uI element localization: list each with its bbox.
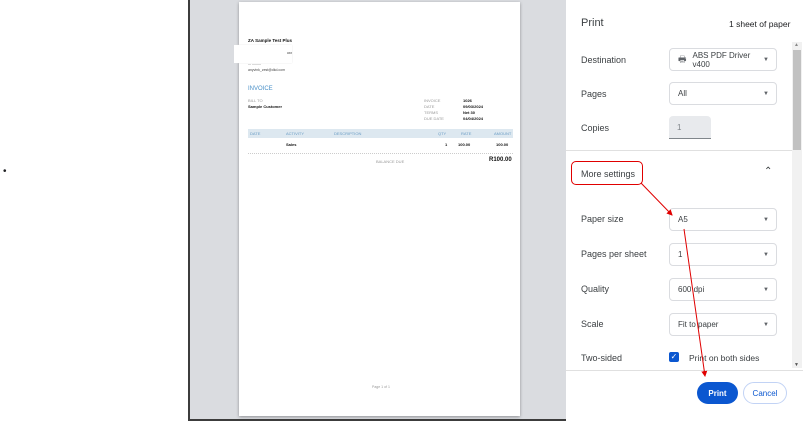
chevron-up-icon[interactable]: ⌃ [764, 166, 772, 177]
two-sided-label: Two-sided [581, 353, 623, 363]
pages-per-sheet-value: 1 [678, 250, 683, 259]
destination-value: ABS PDF Driver v400 [692, 50, 751, 69]
invoice-title: INVOICE [248, 86, 273, 92]
row-activity: Sales [286, 142, 297, 147]
paper-size-select[interactable]: A5 ▼ [669, 208, 777, 231]
dropdown-arrow-icon: ▼ [763, 322, 769, 328]
pages-select[interactable]: All ▼ [669, 82, 777, 105]
scrollbar[interactable]: ▲ ▼ [792, 42, 802, 368]
print-button[interactable]: Print [697, 382, 738, 404]
print-settings-panel: Print 1 sheet of paper Destination 🖶 ABS… [566, 0, 803, 421]
customer-name: Sample Customer [248, 104, 283, 109]
row-qty: 1 [445, 142, 448, 147]
meta-value: 1026 [463, 98, 472, 103]
copies-label: Copies [581, 123, 610, 133]
col-rate: RATE [461, 131, 472, 136]
meta-label: DUE DATE [424, 116, 444, 121]
scale-label: Scale [581, 319, 604, 329]
col-description: DESCRIPTION [334, 131, 362, 136]
bullet: • [3, 166, 7, 177]
copies-input[interactable]: 1 [669, 116, 711, 139]
scroll-up-icon[interactable]: ▲ [794, 42, 799, 48]
meta-value: 09/03/2024 [463, 104, 484, 109]
two-sided-checkbox[interactable]: ✓ [669, 352, 679, 362]
scroll-down-icon[interactable]: ▼ [794, 362, 799, 368]
pages-per-sheet-label: Pages per sheet [581, 249, 647, 259]
scale-value: Fit to paper [678, 320, 719, 329]
dropdown-arrow-icon: ▼ [763, 252, 769, 258]
company-name: ZA Sample Test Plus [248, 38, 293, 43]
balance-label: BALANCE DUE [376, 159, 405, 164]
col-activity: ACTIVITY [286, 131, 305, 136]
col-amount: AMOUNT [494, 131, 512, 136]
scale-select[interactable]: Fit to paper ▼ [669, 313, 777, 336]
meta-label: DATE [424, 104, 435, 109]
paper-size-label: Paper size [581, 214, 624, 224]
meta-value: 04/04/2024 [463, 116, 484, 121]
destination-label: Destination [581, 55, 627, 65]
print-title: Print [581, 17, 604, 29]
meta-label: INVOICE [424, 98, 441, 103]
quality-label: Quality [581, 284, 610, 294]
meta-value: Net 30 [463, 110, 476, 115]
logo-placeholder [234, 45, 292, 63]
divider [248, 153, 513, 154]
pages-per-sheet-select[interactable]: 1 ▼ [669, 243, 777, 266]
footer-divider [566, 370, 803, 371]
copies-value: 1 [677, 123, 682, 132]
dropdown-arrow-icon: ▼ [763, 57, 769, 63]
dropdown-arrow-icon: ▼ [763, 91, 769, 97]
cancel-button[interactable]: Cancel [743, 382, 787, 404]
pages-value: All [678, 89, 687, 98]
quality-value: 600 dpi [678, 285, 705, 294]
balance-value: R100.00 [489, 157, 512, 163]
bill-to-label: BILL TO [248, 98, 263, 103]
col-date: DATE [250, 131, 261, 136]
company-address: --- --------- [248, 62, 261, 66]
dropdown-arrow-icon: ▼ [763, 287, 769, 293]
paper-size-value: A5 [678, 215, 688, 224]
company-email: anyvink_zest@dkd.com [248, 68, 286, 72]
pages-label: Pages [581, 89, 607, 99]
two-sided-option[interactable]: Print on both sides [689, 353, 759, 363]
page-number: Page 1 of 1 [372, 385, 390, 389]
row-amount: 100.00 [496, 142, 509, 147]
more-settings-toggle[interactable]: More settings [581, 169, 635, 179]
company-line: ### [287, 51, 293, 55]
meta-label: TERMS [424, 110, 438, 115]
col-qty: QTY [438, 131, 447, 136]
row-rate: 100.00 [458, 142, 471, 147]
print-preview: ZA Sample Test Plus ### --- --------- an… [188, 0, 566, 421]
quality-select[interactable]: 600 dpi ▼ [669, 278, 777, 301]
destination-select[interactable]: 🖶 ABS PDF Driver v400 ▼ [669, 48, 777, 71]
divider [566, 150, 792, 151]
sheet-count: 1 sheet of paper [729, 19, 791, 29]
preview-page: ZA Sample Test Plus ### --- --------- an… [234, 2, 520, 416]
printer-icon: 🖶 [678, 53, 687, 64]
scrollbar-thumb[interactable] [793, 50, 801, 150]
dropdown-arrow-icon: ▼ [763, 217, 769, 223]
